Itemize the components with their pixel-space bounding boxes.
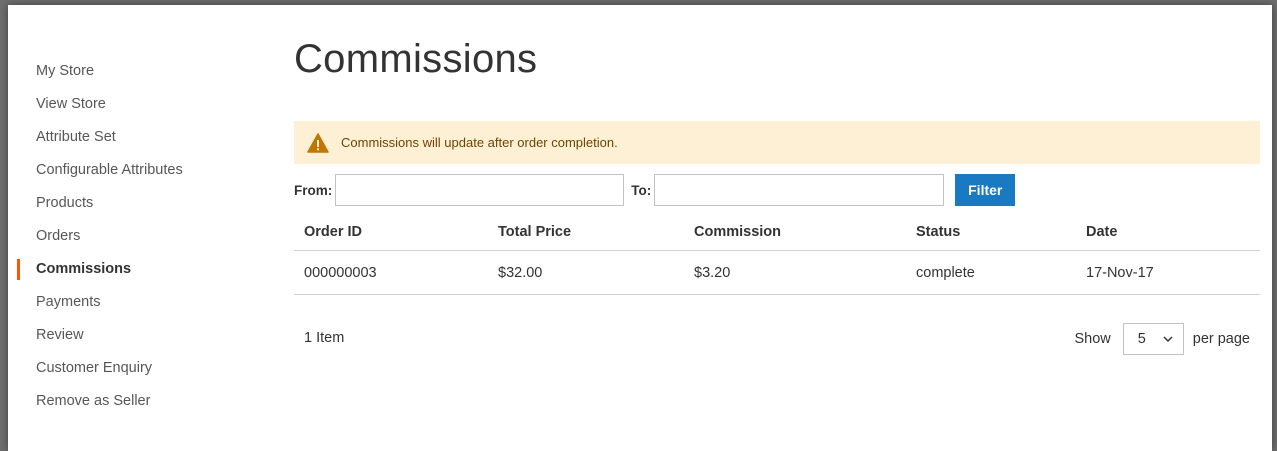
sidebar-item-review[interactable]: Review: [8, 319, 268, 352]
show-label: Show: [1074, 331, 1111, 347]
per-page-value: 5: [1137, 331, 1146, 347]
sidebar-item-payments[interactable]: Payments: [8, 286, 268, 319]
sidebar-item-customer-enquiry[interactable]: Customer Enquiry: [8, 352, 268, 385]
cell-total-price: $32.00: [498, 264, 543, 281]
to-date-input[interactable]: [654, 174, 945, 206]
column-header-order-id: Order ID: [304, 224, 363, 240]
sidebar-item-view-store[interactable]: View Store: [8, 88, 268, 121]
commissions-table: Order ID Total Price Commission Status D…: [294, 214, 1260, 295]
cell-status: complete: [916, 264, 975, 281]
notice-message: Commissions will update after order comp…: [294, 121, 1260, 164]
filter-button[interactable]: Filter: [955, 174, 1016, 206]
table-header-row: Order ID Total Price Commission Status D…: [294, 214, 1260, 251]
table-row: 000000003 $32.00 $3.20 complete 17-Nov-1…: [294, 251, 1260, 295]
date-filter: From: To: Filter: [294, 174, 1016, 206]
column-header-status: Status: [916, 224, 961, 240]
from-date-input[interactable]: [335, 174, 625, 206]
column-header-total-price: Total Price: [498, 224, 572, 240]
sidebar-item-remove-as-seller[interactable]: Remove as Seller: [8, 385, 268, 418]
per-page-label: per page: [1192, 331, 1250, 347]
column-header-date: Date: [1086, 224, 1118, 240]
notice-text: Commissions will update after order comp…: [341, 135, 618, 150]
sidebar-item-products[interactable]: Products: [8, 187, 268, 220]
per-page-select[interactable]: 5: [1122, 323, 1184, 355]
items-count: 1 Item: [304, 330, 345, 346]
column-header-commission: Commission: [694, 224, 782, 240]
sidebar-item-orders[interactable]: Orders: [8, 220, 268, 253]
sidebar-nav: My Store View Store Attribute Set Config…: [8, 55, 268, 418]
cell-commission: $3.20: [694, 264, 731, 281]
content-panel: My Store View Store Attribute Set Config…: [8, 5, 1272, 451]
pager: Show 5 per page: [1074, 323, 1250, 355]
warning-icon: [307, 132, 329, 153]
to-label: To:: [631, 182, 652, 198]
chevron-down-icon: [1163, 335, 1173, 342]
sidebar-item-my-store[interactable]: My Store: [8, 55, 268, 88]
sidebar-item-commissions[interactable]: Commissions: [8, 253, 268, 286]
from-label: From:: [294, 182, 333, 198]
cell-order-id: 000000003: [304, 264, 377, 281]
cell-date: 17-Nov-17: [1086, 264, 1154, 281]
page-title: Commissions: [294, 37, 538, 81]
sidebar-item-configurable-attributes[interactable]: Configurable Attributes: [8, 154, 268, 187]
sidebar-item-attribute-set[interactable]: Attribute Set: [8, 121, 268, 154]
